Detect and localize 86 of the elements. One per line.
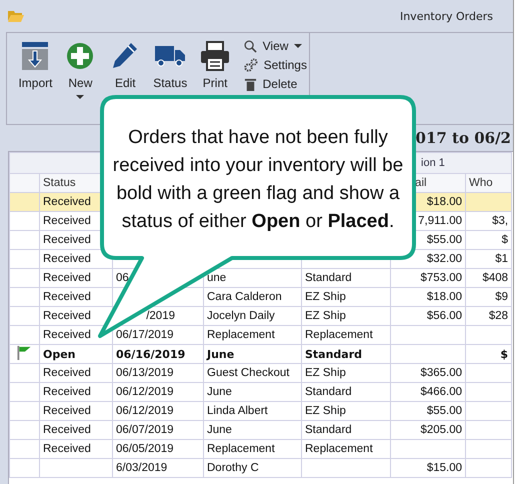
table-cell: $9 <box>495 291 508 303</box>
table-cell: Received <box>43 329 91 341</box>
toolbar-button[interactable]: Status <box>148 39 193 92</box>
table-cell: $55.00 <box>426 234 462 246</box>
table-cell: Replacement <box>207 329 275 341</box>
table-cell: Open <box>43 348 76 360</box>
table-cell: 6/03/2019 <box>116 462 168 474</box>
band-header: ion 1 <box>421 157 445 169</box>
table-cell: June <box>207 348 234 360</box>
table-cell: $ <box>500 348 508 360</box>
table-cell: /2019 <box>146 310 175 322</box>
table-cell: June <box>207 424 232 436</box>
table-cell: $28 <box>488 310 508 322</box>
toolbar-button[interactable]: Delete <box>242 75 309 93</box>
table-cell: Received <box>43 367 91 379</box>
date-range-title: 017 to 06/2 <box>416 129 511 147</box>
table-cell: Replacement <box>305 329 373 341</box>
folder-icon <box>8 10 24 22</box>
table-cell: Cara Calderon <box>207 291 282 303</box>
table-cell: Standard <box>305 424 352 436</box>
table-cell: Received <box>43 272 91 284</box>
table-cell: 06/16/2019 <box>116 348 186 360</box>
table-cell: $408 <box>482 272 508 284</box>
table-cell: $32.00 <box>426 253 462 265</box>
table-cell: Received <box>43 424 91 436</box>
table-cell: Received <box>43 253 91 265</box>
table-cell: Jocelyn Daily <box>207 310 275 322</box>
printer-icon <box>200 41 230 71</box>
table-cell: Received <box>43 405 91 417</box>
table-cell: Received <box>43 291 91 303</box>
table-cell: Standard <box>305 272 352 284</box>
table-cell: Received <box>43 443 91 455</box>
window-title: Inventory Orders <box>400 10 493 22</box>
toolbar-button[interactable]: Settings <box>242 56 309 74</box>
table-cell: Dorothy C <box>207 462 259 474</box>
toolbar-button[interactable]: Edit <box>102 39 148 92</box>
table-cell: Guest Checkout <box>207 367 290 379</box>
table-cell: Replacement <box>305 443 373 455</box>
table-cell: $18.00 <box>426 196 462 208</box>
table-cell: Received <box>43 310 91 322</box>
table-cell: 06/05/2019 <box>116 443 174 455</box>
table-cell: 06/12/2019 <box>116 386 174 398</box>
table-cell: $365.00 <box>420 367 462 379</box>
table-cell: EZ Ship <box>305 367 346 379</box>
plus-icon <box>66 41 94 71</box>
table-cell: $3, <box>492 215 508 227</box>
table-cell: Replacement <box>207 443 275 455</box>
flag-icon <box>16 346 32 360</box>
table-cell: $1 <box>495 253 508 265</box>
table-cell: $18.00 <box>426 291 462 303</box>
toolbar-button[interactable]: Import <box>13 39 58 92</box>
pencil-icon <box>111 41 140 71</box>
table-cell: 06/12/2019 <box>116 405 174 417</box>
table-cell: Standard <box>305 386 352 398</box>
toolbar-button[interactable]: Print <box>192 39 238 92</box>
toolbar-button[interactable]: View <box>242 37 309 55</box>
toolbar-button[interactable]: New <box>58 39 103 101</box>
table-cell: June <box>207 386 232 398</box>
table-cell: EZ Ship <box>305 291 346 303</box>
table-cell: $55.00 <box>426 405 462 417</box>
table-cell: 06/07/2019 <box>116 424 174 436</box>
table-cell: $205.00 <box>420 424 462 436</box>
table-cell: $15.00 <box>426 462 462 474</box>
table-cell: une <box>207 272 226 284</box>
table-cell: $ <box>502 234 508 246</box>
table-cell: 06 <box>116 272 129 284</box>
table-cell: 06/17/2019 <box>116 329 174 341</box>
table-cell: Received <box>43 234 91 246</box>
callout-text: Orders that have not been fully received into your inventory will be bold with a green flag and show a status of either Open or Placed. <box>112 126 404 234</box>
search-icon <box>244 40 257 52</box>
table-cell: 7,911.00 <box>418 215 462 227</box>
table-cell: Linda Albert <box>207 405 268 417</box>
table-cell: $753.00 <box>420 272 462 284</box>
table-cell: 06/13/2019 <box>116 367 174 379</box>
table-cell: Received <box>43 215 91 227</box>
import-icon <box>21 41 50 71</box>
table-cell: Received <box>43 196 91 208</box>
table-cell: $466.00 <box>420 386 462 398</box>
table-cell: Standard <box>305 348 362 360</box>
table-cell: EZ Ship <box>305 310 346 322</box>
column-header[interactable]: ail <box>415 177 427 189</box>
settings-icon <box>244 58 258 72</box>
table-cell: EZ Ship <box>305 405 346 417</box>
trash-icon <box>244 78 257 90</box>
table-cell: $56.00 <box>426 310 462 322</box>
table-cell: Received <box>43 386 91 398</box>
